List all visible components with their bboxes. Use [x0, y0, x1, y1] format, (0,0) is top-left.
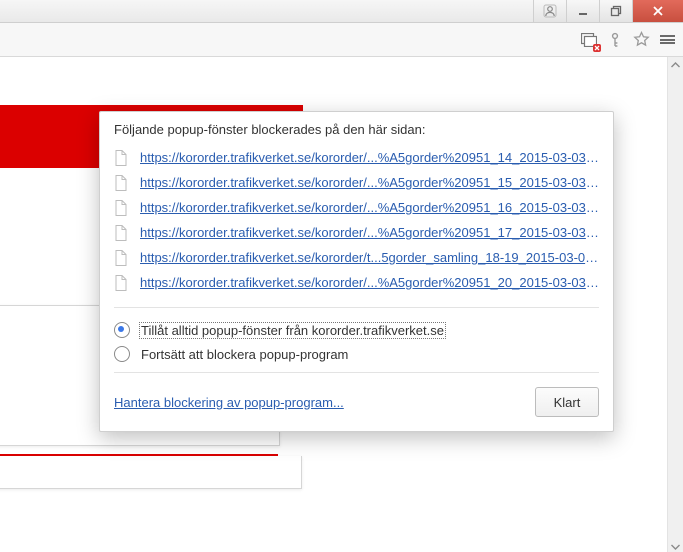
file-icon	[114, 225, 128, 241]
blocked-popup-item[interactable]: https://kororder.trafikverket.se/kororde…	[114, 195, 599, 220]
blocked-popup-item[interactable]: https://kororder.trafikverket.se/kororde…	[114, 245, 599, 270]
scroll-down-button[interactable]	[668, 539, 683, 552]
blocked-x-icon	[593, 44, 601, 52]
key-button[interactable]	[605, 30, 625, 50]
close-icon	[652, 5, 664, 17]
page-body: : Följande popup-fönster blockerades på …	[0, 57, 667, 552]
blocked-popup-link[interactable]: https://kororder.trafikverket.se/kororde…	[140, 225, 599, 240]
maximize-icon	[610, 5, 622, 17]
blocked-popup-link[interactable]: https://kororder.trafikverket.se/kororde…	[140, 150, 599, 165]
blocked-popup-list: https://kororder.trafikverket.se/kororde…	[100, 143, 613, 303]
minimize-icon	[577, 5, 589, 17]
blocked-popup-link[interactable]: https://kororder.trafikverket.se/kororde…	[140, 275, 599, 290]
popup-footer: Hantera blockering av popup-program... K…	[100, 377, 613, 431]
option-label: Fortsätt att blockera popup-program	[140, 347, 349, 362]
blocked-popup-item[interactable]: https://kororder.trafikverket.se/kororde…	[114, 170, 599, 195]
browser-toolbar	[0, 23, 683, 57]
popup-blocker-panel: Följande popup-fönster blockerades på de…	[99, 111, 614, 432]
blocked-popup-item[interactable]: https://kororder.trafikverket.se/kororde…	[114, 145, 599, 170]
blocked-popup-link[interactable]: https://kororder.trafikverket.se/kororde…	[140, 250, 599, 265]
separator	[114, 307, 599, 308]
window-titlebar	[0, 0, 683, 23]
blocked-popup-item[interactable]: https://kororder.trafikverket.se/kororde…	[114, 270, 599, 295]
close-button[interactable]	[632, 0, 683, 22]
maximize-button[interactable]	[599, 0, 632, 22]
file-icon	[114, 175, 128, 191]
minimize-button[interactable]	[566, 0, 599, 22]
content-area: : Följande popup-fönster blockerades på …	[0, 57, 683, 552]
file-icon	[114, 250, 128, 266]
blocked-popup-link[interactable]: https://kororder.trafikverket.se/kororde…	[140, 200, 599, 215]
footer-panel	[0, 456, 302, 489]
user-menu-button[interactable]	[533, 0, 566, 22]
popup-options: Tillåt alltid popup-fönster från kororde…	[100, 312, 613, 368]
radio-icon	[114, 346, 130, 362]
option-label: Tillåt alltid popup-fönster från kororde…	[140, 323, 445, 338]
separator	[114, 372, 599, 373]
popup-blocked-button[interactable]	[579, 30, 599, 50]
option-always-allow[interactable]: Tillåt alltid popup-fönster från kororde…	[114, 318, 599, 342]
done-button[interactable]: Klart	[535, 387, 599, 417]
chevron-down-icon	[671, 544, 680, 550]
file-icon	[114, 200, 128, 216]
blocked-popup-item[interactable]: https://kororder.trafikverket.se/kororde…	[114, 220, 599, 245]
star-icon	[633, 31, 650, 48]
chevron-up-icon	[671, 62, 680, 68]
key-icon	[607, 32, 623, 48]
bookmark-button[interactable]	[631, 30, 651, 50]
blocked-popup-link[interactable]: https://kororder.trafikverket.se/kororde…	[140, 175, 599, 190]
file-icon	[114, 150, 128, 166]
option-continue-block[interactable]: Fortsätt att blockera popup-program	[114, 342, 599, 366]
scroll-up-button[interactable]	[668, 57, 683, 72]
user-icon	[543, 4, 557, 18]
hamburger-icon	[660, 34, 675, 46]
popup-message: Följande popup-fönster blockerades på de…	[100, 122, 613, 143]
manage-popup-link[interactable]: Hantera blockering av popup-program...	[114, 395, 344, 410]
vertical-scrollbar[interactable]	[667, 57, 683, 552]
menu-button[interactable]	[657, 30, 677, 50]
radio-icon	[114, 322, 130, 338]
file-icon	[114, 275, 128, 291]
